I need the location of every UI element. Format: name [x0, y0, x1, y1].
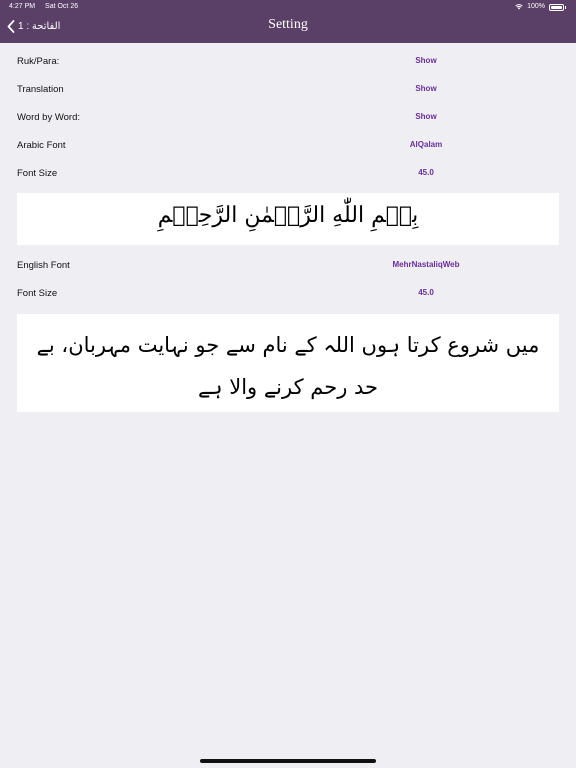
- arabic-font-size-value[interactable]: 45.0: [380, 168, 472, 177]
- arabic-font-value[interactable]: AlQalam: [380, 140, 472, 149]
- ruk-para-label: Ruk/Para:: [17, 56, 60, 67]
- word-by-word-value[interactable]: Show: [380, 112, 472, 121]
- english-font-label: English Font: [17, 260, 70, 271]
- wifi-icon: [515, 4, 523, 10]
- setting-row-word-by-word: Word by Word: Show: [0, 104, 576, 132]
- setting-row-english-font: English Font MehrNastaliqWeb: [0, 252, 576, 280]
- setting-row-ruk-para: Ruk/Para: Show: [0, 48, 576, 76]
- ruk-para-value[interactable]: Show: [380, 56, 472, 65]
- setting-row-english-font-size: Font Size 45.0: [0, 280, 576, 308]
- translation-preview: میں شروع کرتا ہوں اللہ کے نام سے جو نہای…: [17, 314, 559, 412]
- arabic-preview-text: بِسۡمِ اللّٰهِ الرَّحۡمٰنِ الرَّحِيۡمِ: [157, 203, 419, 228]
- status-date: Sat Oct 26: [45, 3, 79, 10]
- translation-value[interactable]: Show: [380, 84, 472, 93]
- navigation-bar: 4:27 PM Sat Oct 26 100% الفاتحة : 1 Sett…: [0, 0, 576, 43]
- arabic-font-label: Arabic Font: [17, 140, 66, 151]
- translation-label: Translation: [17, 84, 64, 95]
- home-indicator[interactable]: [200, 759, 376, 763]
- english-font-size-label: Font Size: [17, 288, 58, 299]
- battery-icon: [549, 3, 564, 11]
- setting-row-arabic-font: Arabic Font AlQalam: [0, 132, 576, 160]
- english-font-size-value[interactable]: 45.0: [380, 288, 472, 297]
- translation-preview-text: میں شروع کرتا ہوں اللہ کے نام سے جو نہای…: [36, 333, 540, 399]
- english-font-value[interactable]: MehrNastaliqWeb: [380, 260, 472, 269]
- battery-tip: [565, 5, 566, 9]
- arabic-preview: بِسۡمِ اللّٰهِ الرَّحۡمٰنِ الرَّحِيۡمِ: [17, 193, 559, 245]
- battery-percent: 100%: [527, 3, 545, 10]
- status-bar: 4:27 PM Sat Oct 26 100%: [0, 0, 576, 14]
- word-by-word-label: Word by Word:: [17, 112, 81, 123]
- status-time: 4:27 PM: [9, 3, 36, 10]
- page-title: Setting: [268, 17, 308, 32]
- setting-row-arabic-font-size: Font Size 45.0: [0, 160, 576, 188]
- setting-row-translation: Translation Show: [0, 76, 576, 104]
- arabic-font-size-label: Font Size: [17, 168, 58, 179]
